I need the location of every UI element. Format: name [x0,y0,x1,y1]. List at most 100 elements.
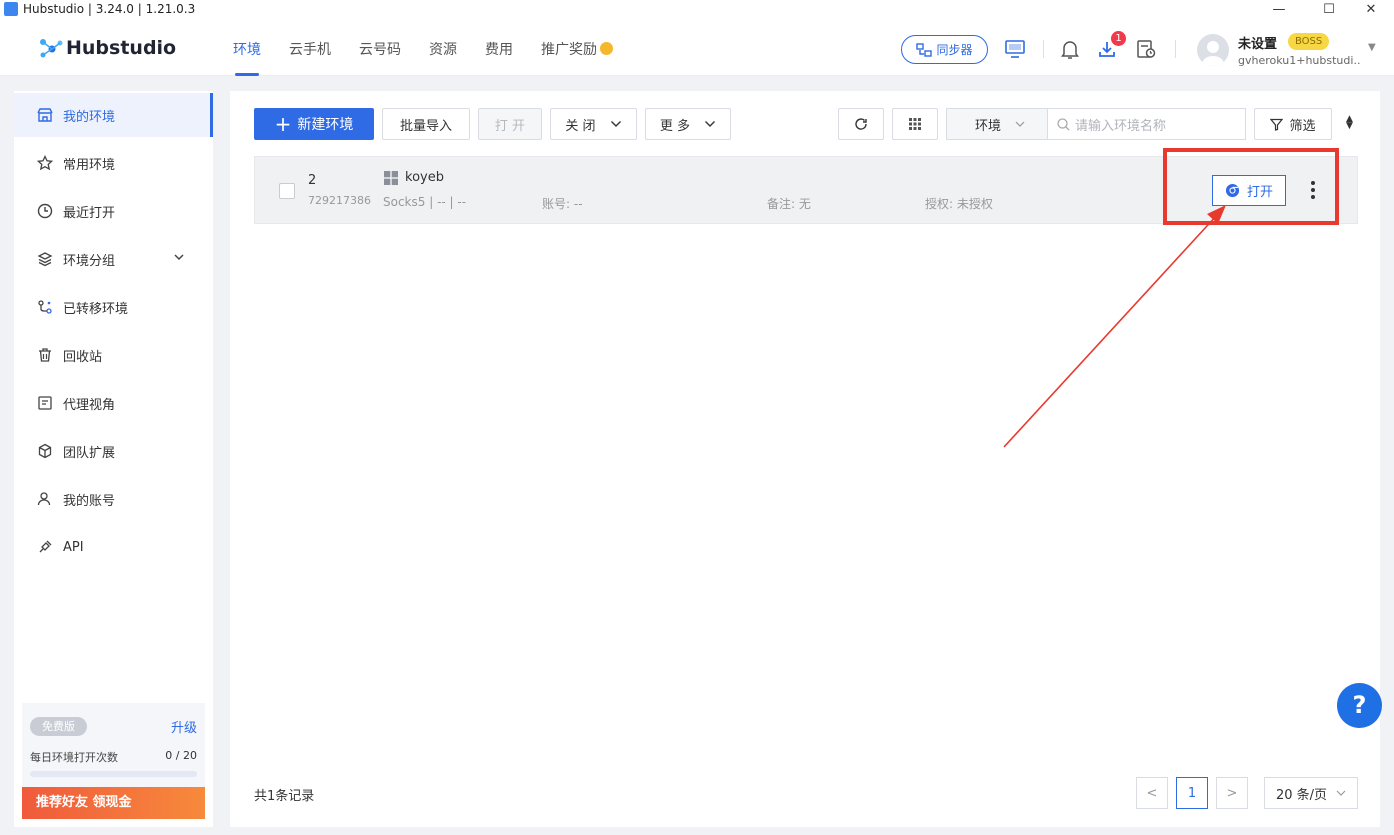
sidebar-item-recent[interactable]: 最近打开 [14,189,213,233]
grid-icon [909,118,921,130]
row-number: 2 [308,173,317,188]
clock-icon [37,203,53,219]
schedule-icon[interactable] [1135,38,1157,60]
proxy-icon [38,396,52,410]
chevron-down-icon [705,121,716,127]
total-records: 共1条记录 [254,789,315,804]
search-type-value: 环境 [975,118,1002,134]
row-authorization: 授权: 未授权 [925,197,993,211]
layers-icon [37,252,53,267]
windows-icon [384,171,398,185]
cube-icon [38,443,52,459]
monitor-icon[interactable] [1004,38,1026,60]
nav-environment[interactable]: 环境 [233,18,261,76]
sync-button[interactable]: 同步器 [901,35,988,64]
sidebar-item-label: 已转移环境 [63,301,129,317]
sidebar-item-team-extensions[interactable]: 团队扩展 [14,429,213,473]
grid-view-button[interactable] [892,108,938,140]
window-titlebar: Hubstudio | 3.24.0 | 1.21.0.3 [0,0,1394,18]
header-divider [1175,40,1176,58]
next-page-button[interactable]: > [1216,777,1248,809]
filter-icon [1270,118,1284,131]
sidebar-item-label: 团队扩展 [63,445,116,461]
row-open-button[interactable]: 打开 [1212,175,1286,206]
sidebar-item-recycle-bin[interactable]: 回收站 [14,333,213,377]
more-label: 更 多 [659,118,691,134]
sidebar-item-label: 最近打开 [63,205,116,221]
sidebar-item-groups[interactable]: 环境分组 [14,237,213,281]
notification-badge: 1 [1111,31,1126,46]
top-header: Hubstudio 环境 云手机 云号码 资源 费用 推广奖励 同步器 1 未设… [0,18,1394,76]
row-checkbox[interactable] [279,183,295,199]
maximize-button[interactable]: ☐ [1306,0,1352,18]
nav-cloud-phone[interactable]: 云手机 [289,18,331,76]
refresh-button[interactable] [838,108,884,140]
upgrade-link[interactable]: 升级 [171,717,197,736]
user-menu-caret-icon[interactable]: ▼ [1368,42,1376,53]
header-divider [1043,40,1044,58]
search-input[interactable]: 请输入环境名称 [1047,108,1246,140]
user-name[interactable]: 未设置 [1238,33,1277,52]
new-environment-label: 新建环境 [297,117,354,133]
close-label: 关 闭 [565,118,596,134]
prev-page-button[interactable]: < [1136,777,1168,809]
referral-banner[interactable]: 推荐好友 领现金 [22,787,205,819]
plus-icon: + [274,112,292,136]
row-env-name[interactable]: koyeb [405,170,444,185]
nav-fees[interactable]: 费用 [485,18,513,76]
sidebar-item-my-environments[interactable]: 我的环境 [14,93,213,137]
sidebar-item-label: 常用环境 [63,157,116,173]
bell-icon[interactable] [1059,38,1081,60]
batch-import-button[interactable]: 批量导入 [382,108,470,140]
help-button[interactable]: ? [1337,683,1382,728]
sidebar-item-api[interactable]: API [14,525,213,569]
sort-icon[interactable]: ▲ ▼ [1346,115,1353,131]
chevron-down-icon [174,254,184,261]
logo: Hubstudio [38,37,176,59]
nav-referral-reward[interactable]: 推广奖励 [541,18,613,76]
page-size-value: 20 条/页 [1276,787,1328,803]
filter-button[interactable]: 筛选 [1254,108,1332,140]
search-type-select[interactable]: 环境 [946,108,1048,140]
close-dropdown[interactable]: 关 闭 [550,108,637,140]
tier-badge: BOSS [1288,33,1330,50]
minimize-button[interactable]: — [1256,0,1302,18]
page-1-button[interactable]: 1 [1176,777,1208,809]
row-proxy: Socks5 | -- | -- [383,195,467,209]
sidebar-item-label: 我的环境 [63,109,116,125]
open-button[interactable]: 打 开 [478,108,542,140]
window-title: Hubstudio | 3.24.0 | 1.21.0.3 [23,2,196,16]
row-id: 729217386 [308,194,371,207]
sidebar-item-transferred[interactable]: 已转移环境 [14,285,213,329]
user-email: gvheroku1+hubstudi... [1238,54,1360,67]
chevron-down-icon [610,121,621,127]
nav-cloud-number[interactable]: 云号码 [359,18,401,76]
sync-button-label: 同步器 [936,43,973,57]
daily-opens-value: 0 / 20 [165,749,197,762]
row-note: 备注: 无 [767,197,811,211]
close-window-button[interactable]: ✕ [1348,0,1394,18]
chevron-down-icon [1336,790,1346,796]
avatar[interactable] [1197,34,1229,66]
sidebar-item-proxy-view[interactable]: 代理视角 [14,381,213,425]
trash-icon [39,348,51,362]
more-options-icon[interactable] [1305,177,1321,203]
chevron-down-icon [1015,121,1025,127]
nav-resources[interactable]: 资源 [429,18,457,76]
filter-label: 筛选 [1289,118,1316,134]
main-panel: + 新建环境 批量导入 打 开 关 闭 更 多 环境 请输入环境名称 筛选 ▲ ▼… [230,91,1380,827]
sidebar-item-label: 代理视角 [63,397,116,413]
chrome-icon [1225,183,1240,198]
sidebar: 我的环境 常用环境 最近打开 环境分组 已转移环境 回收站 代理视角 团队扩展 … [14,91,213,827]
store-icon [37,108,53,122]
table-row[interactable]: 2 729217386 koyeb Socks5 | -- | -- 账号: -… [254,156,1358,224]
transfer-icon [38,300,52,314]
plug-icon [39,540,52,553]
sidebar-item-favorites[interactable]: 常用环境 [14,141,213,185]
app-icon [4,2,18,16]
sidebar-item-my-accounts[interactable]: 我的账号 [14,477,213,521]
new-environment-button[interactable]: + 新建环境 [254,108,374,140]
user-avatar-icon [1202,41,1224,66]
more-dropdown[interactable]: 更 多 [645,108,731,140]
page-size-select[interactable]: 20 条/页 [1264,777,1358,809]
